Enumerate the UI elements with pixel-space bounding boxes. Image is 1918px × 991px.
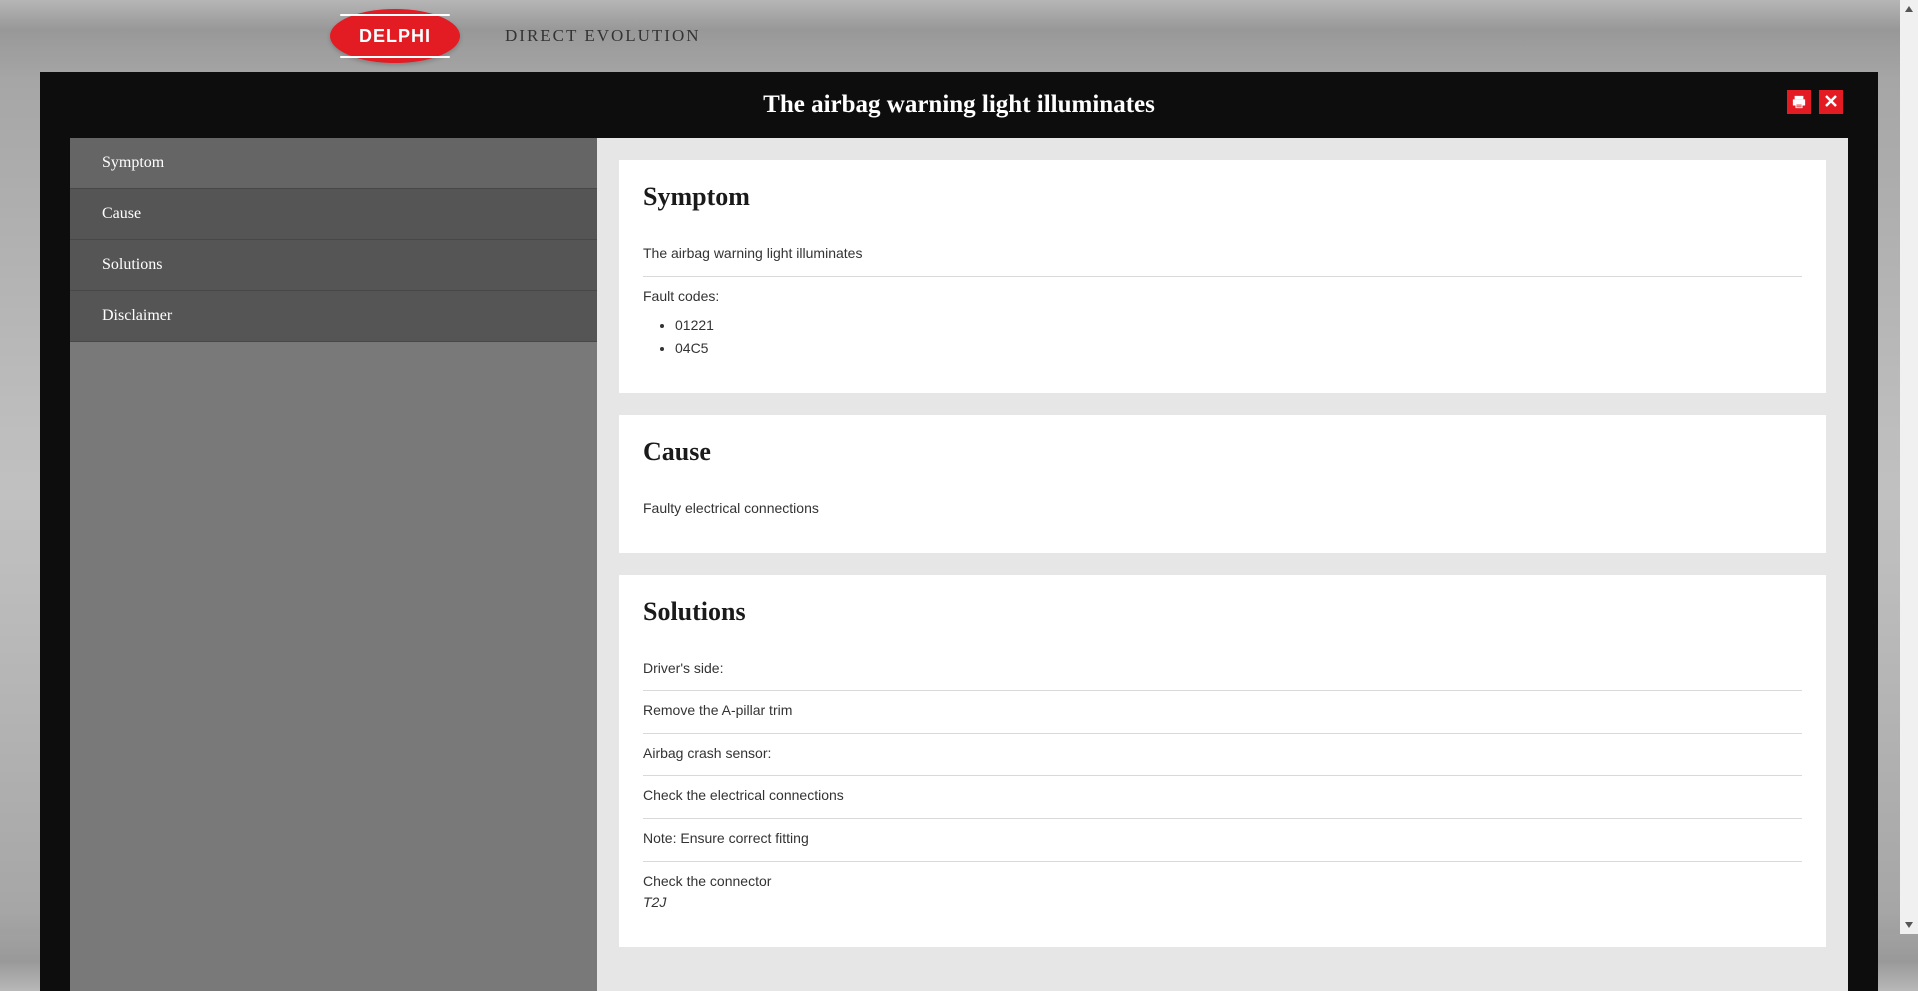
fault-code-item: 01221 — [675, 314, 1802, 336]
scroll-up-arrow[interactable] — [1900, 0, 1918, 18]
solutions-section: Solutions Driver's side: Remove the A-pi… — [619, 575, 1826, 947]
sidebar-item-disclaimer[interactable]: Disclaimer — [70, 291, 597, 342]
sidebar-item-cause[interactable]: Cause — [70, 189, 597, 240]
fault-codes-label: Fault codes: — [643, 288, 719, 304]
sidebar-item-solutions[interactable]: Solutions — [70, 240, 597, 291]
solution-connector-row: Check the connector T2J — [643, 862, 1802, 925]
solutions-heading: Solutions — [643, 597, 1802, 627]
cause-description: Faulty electrical connections — [643, 489, 1802, 531]
fault-codes-list: 01221 04C5 — [643, 314, 1802, 359]
fault-code-item: 04C5 — [675, 337, 1802, 359]
cause-heading: Cause — [643, 437, 1802, 467]
page-title: The airbag warning light illuminates — [763, 91, 1155, 119]
solution-row: Airbag crash sensor: — [643, 734, 1802, 777]
cause-section: Cause Faulty electrical connections — [619, 415, 1826, 553]
fault-codes-row: Fault codes: 01221 04C5 — [643, 277, 1802, 371]
main-container: The airbag warning light illuminates — [40, 72, 1878, 991]
symptom-heading: Symptom — [643, 182, 1802, 212]
print-icon — [1792, 95, 1806, 109]
content-area: Symptom Cause Solutions Disclaimer Sympt… — [40, 138, 1878, 991]
app-header: DELPHI DIRECT EVOLUTION — [0, 0, 1918, 72]
solution-row: Note: Ensure correct fitting — [643, 819, 1802, 862]
close-button[interactable] — [1819, 90, 1843, 114]
solution-row: Check the electrical connections — [643, 776, 1802, 819]
brand-subtitle: DIRECT EVOLUTION — [505, 26, 701, 46]
title-actions — [1787, 90, 1843, 114]
symptom-section: Symptom The airbag warning light illumin… — [619, 160, 1826, 393]
connector-text: Check the connector — [643, 873, 771, 889]
scroll-down-arrow[interactable] — [1900, 916, 1918, 934]
close-icon — [1823, 93, 1839, 112]
connector-label: T2J — [643, 893, 1802, 913]
sidebar-item-symptom[interactable]: Symptom — [70, 138, 597, 189]
logo-container: DELPHI DIRECT EVOLUTION — [330, 9, 701, 63]
sidebar: Symptom Cause Solutions Disclaimer — [70, 138, 597, 991]
main-content: Symptom The airbag warning light illumin… — [597, 138, 1848, 991]
logo-text: DELPHI — [359, 26, 431, 47]
title-bar: The airbag warning light illuminates — [40, 72, 1878, 138]
solution-row: Remove the A-pillar trim — [643, 691, 1802, 734]
solution-row: Driver's side: — [643, 649, 1802, 692]
delphi-logo: DELPHI — [330, 9, 460, 63]
print-button[interactable] — [1787, 90, 1811, 114]
symptom-description: The airbag warning light illuminates — [643, 234, 1802, 277]
vertical-scrollbar[interactable] — [1900, 0, 1918, 934]
